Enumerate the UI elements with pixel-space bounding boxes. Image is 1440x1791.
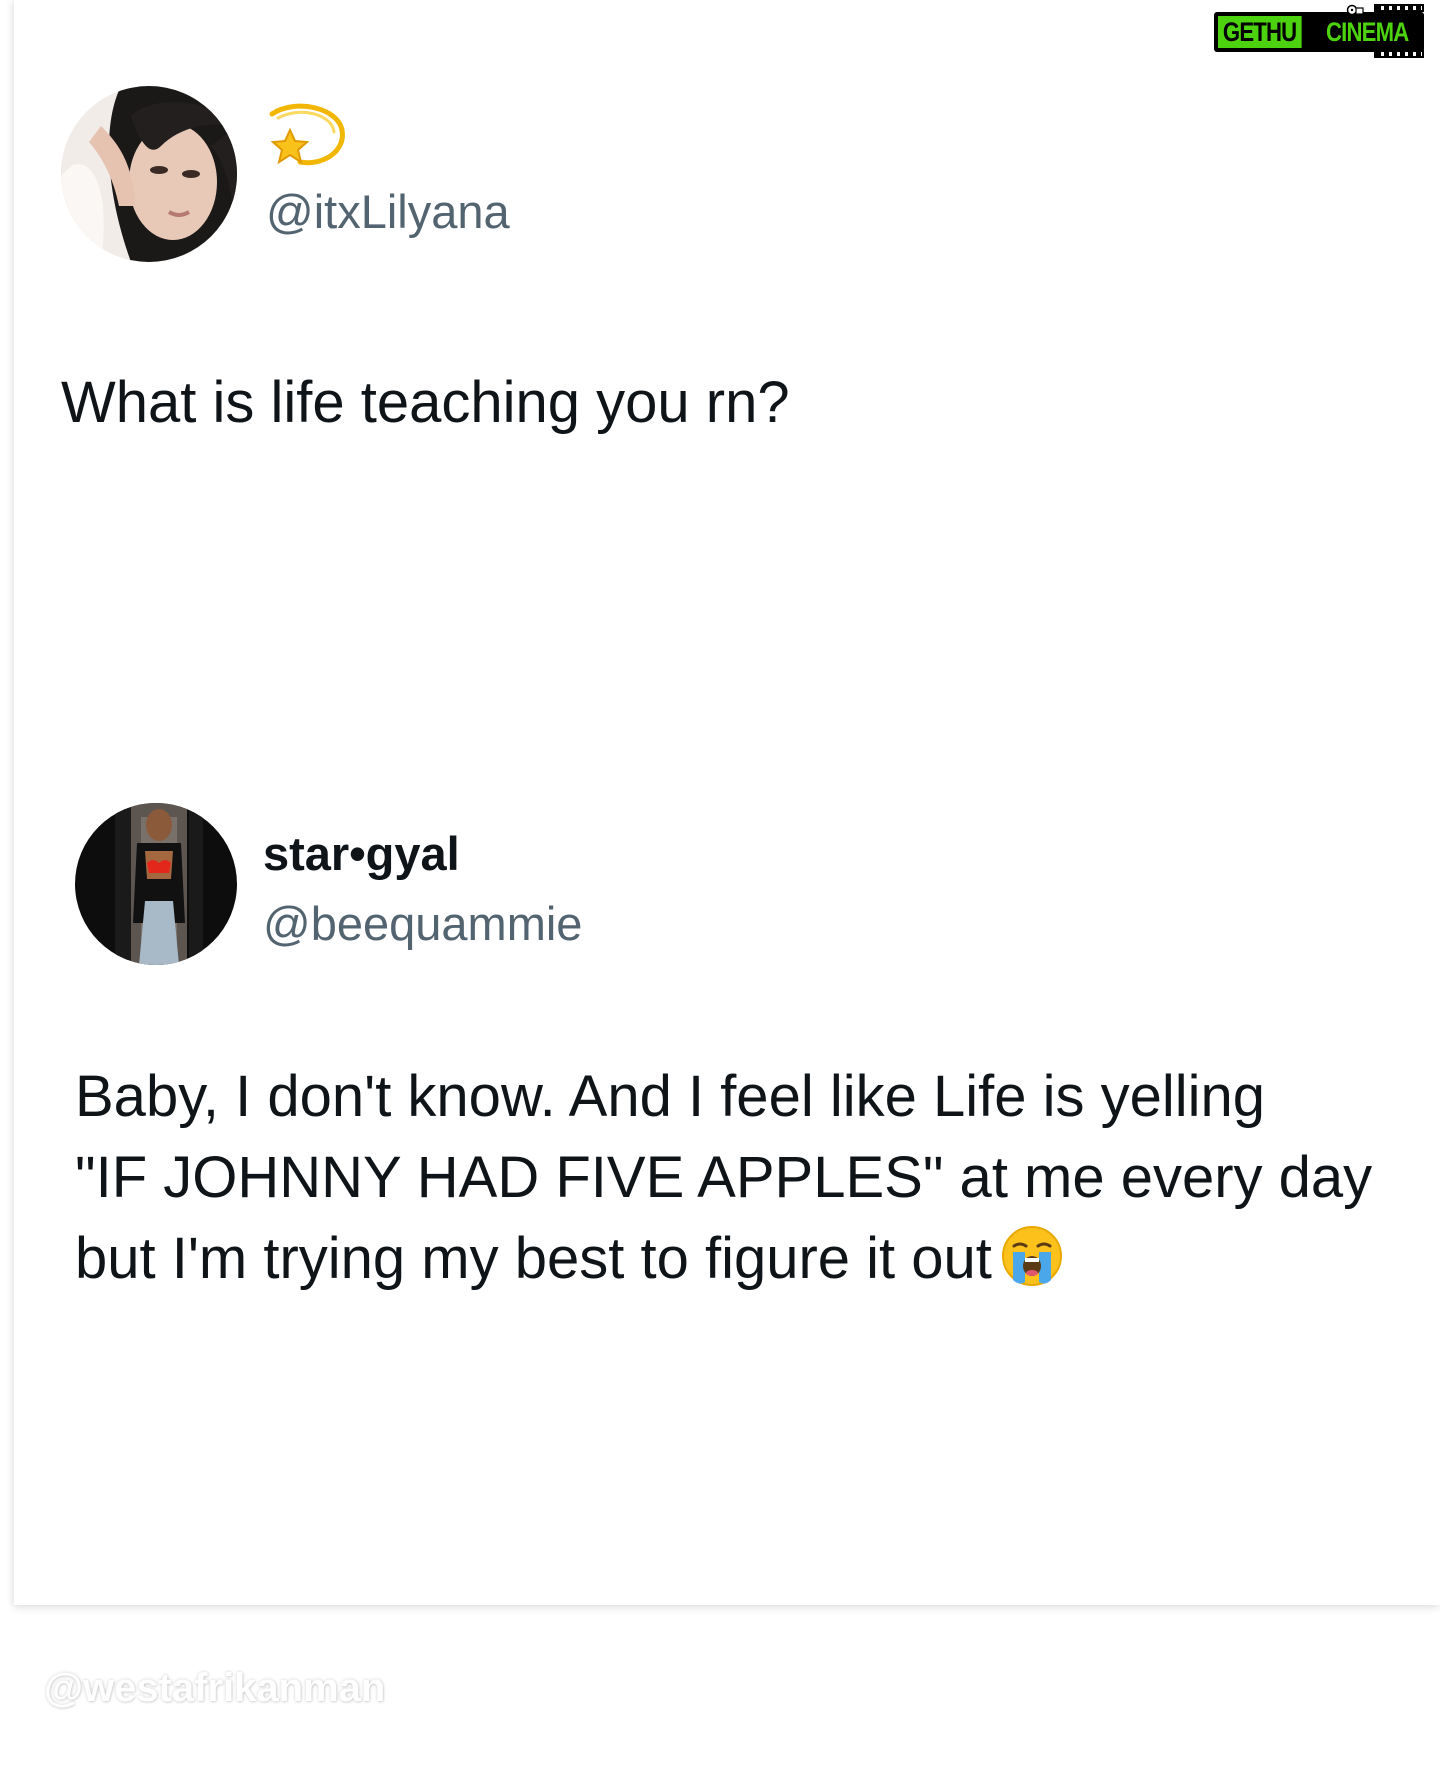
profile-photo-icon	[75, 803, 237, 965]
profile-photo-icon	[61, 86, 237, 262]
dizzy-star-emoji-icon	[269, 103, 345, 166]
tweet-text: What is life teaching you rn?	[61, 370, 790, 435]
tweet-text: Baby, I don't know. And I feel like Life…	[75, 1056, 1372, 1299]
author-handle[interactable]: @beequammie	[263, 896, 582, 952]
gethu-cinema-logo: GETHU CINEMA	[1214, 4, 1432, 58]
tweet-text-line: Baby, I don't know. And I feel like Life…	[75, 1064, 1266, 1129]
camera-reel-icon	[1346, 4, 1364, 16]
film-strip-icon	[1374, 50, 1424, 58]
film-strip-icon	[1374, 4, 1424, 12]
avatar[interactable]	[61, 86, 237, 262]
logo-word-gethu: GETHU	[1218, 16, 1302, 48]
credit-watermark: @westafrikanman	[44, 1666, 386, 1710]
screenshot: GETHU CINEMA @itxLilyana What is life te…	[0, 0, 1440, 1791]
loudly-crying-face-emoji-icon	[1001, 1226, 1062, 1286]
tweet-text-line: "IF JOHNNY HAD FIVE APPLES" at me every …	[75, 1145, 1373, 1210]
tweet-text-line-last: but I'm trying my best to figure it out	[75, 1218, 1372, 1299]
author-handle[interactable]: @itxLilyana	[266, 184, 510, 240]
avatar[interactable]	[75, 803, 237, 965]
tweet-card	[14, 0, 1440, 1605]
author-display-name[interactable]: star•gyal	[263, 826, 460, 882]
logo-word-cinema: CINEMA	[1326, 17, 1409, 47]
tweet-text-line: but I'm trying my best to figure it out	[75, 1226, 992, 1291]
